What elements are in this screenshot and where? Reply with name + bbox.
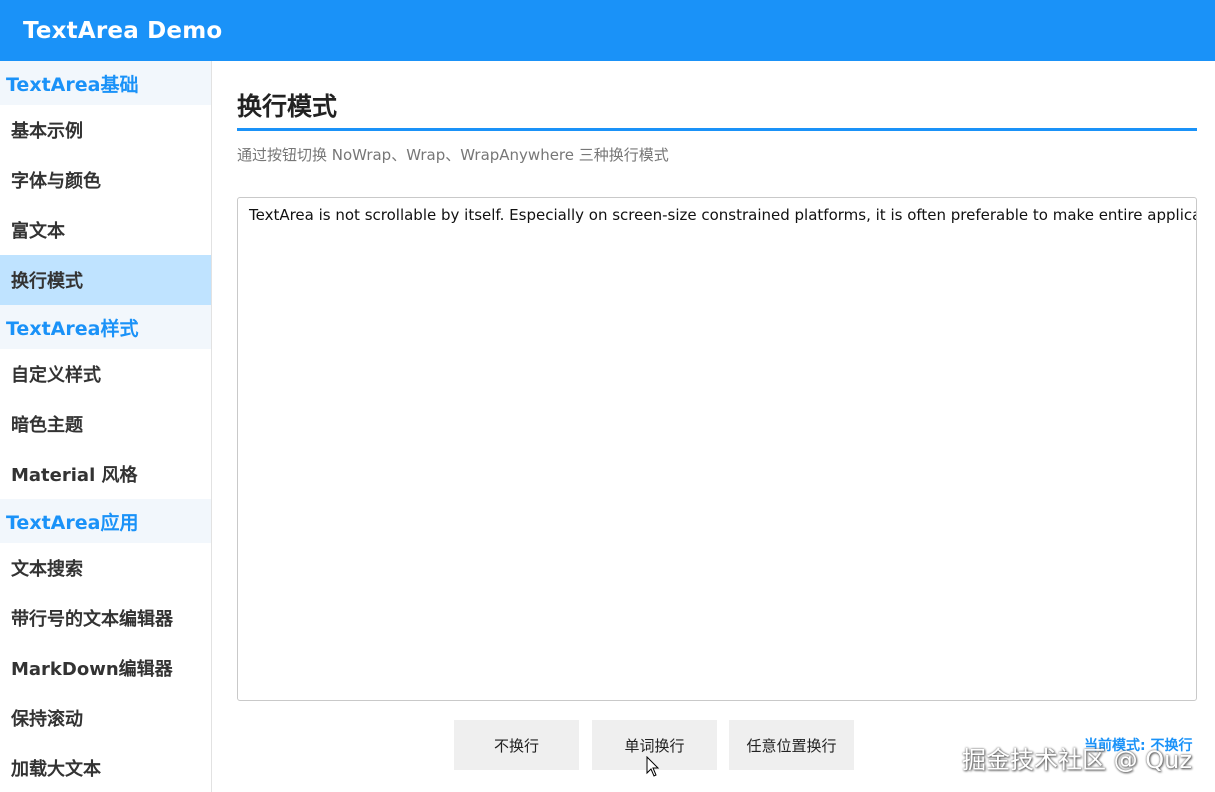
app-title: TextArea Demo: [23, 17, 223, 44]
title-underline: [237, 128, 1197, 131]
sidebar-group-styles: TextArea样式: [0, 305, 211, 349]
sidebar-item-line-number-editor[interactable]: 带行号的文本编辑器: [0, 593, 211, 643]
sidebar-item-keep-scroll[interactable]: 保持滚动: [0, 693, 211, 743]
sidebar-item-basic-example[interactable]: 基本示例: [0, 105, 211, 155]
page-description: 通过按钮切换 NoWrap、Wrap、WrapAnywhere 三种换行模式: [237, 146, 669, 164]
nowrap-button[interactable]: 不换行: [454, 720, 579, 770]
wrap-anywhere-button[interactable]: 任意位置换行: [729, 720, 854, 770]
sidebar-item-markdown-editor[interactable]: MarkDown编辑器: [0, 643, 211, 693]
app-bar: TextArea Demo: [0, 0, 1215, 61]
sidebar-item-custom-style[interactable]: 自定义样式: [0, 349, 211, 399]
sidebar-item-dark-theme[interactable]: 暗色主题: [0, 399, 211, 449]
text-area[interactable]: TextArea is not scrollable by itself. Es…: [237, 197, 1197, 701]
sidebar-item-wrap-mode[interactable]: 换行模式: [0, 255, 211, 305]
sidebar: TextArea基础 基本示例 字体与颜色 富文本 换行模式 TextArea样…: [0, 61, 212, 792]
text-area-value: TextArea is not scrollable by itself. Es…: [249, 206, 1197, 224]
main-content: 换行模式 通过按钮切换 NoWrap、Wrap、WrapAnywhere 三种换…: [237, 61, 1197, 792]
sidebar-item-load-large-text[interactable]: 加载大文本: [0, 743, 211, 792]
sidebar-item-font-color[interactable]: 字体与颜色: [0, 155, 211, 205]
mouse-cursor-icon: [646, 756, 660, 777]
sidebar-group-applications: TextArea应用: [0, 499, 211, 543]
sidebar-item-material-style[interactable]: Material 风格: [0, 449, 211, 499]
sidebar-item-rich-text[interactable]: 富文本: [0, 205, 211, 255]
watermark: 掘金技术社区 @ Quz: [962, 746, 1192, 774]
sidebar-item-text-search[interactable]: 文本搜索: [0, 543, 211, 593]
page-title: 换行模式: [237, 92, 338, 121]
sidebar-group-basics: TextArea基础: [0, 61, 211, 105]
